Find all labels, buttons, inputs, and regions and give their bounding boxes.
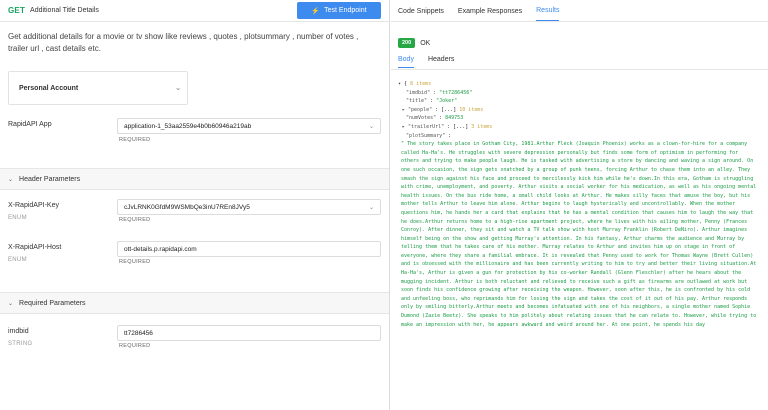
json-value: 849753	[445, 115, 464, 122]
param-type: STRING	[8, 341, 33, 347]
json-value: "tt7286456"	[439, 89, 473, 96]
section-title: Required Parameters	[19, 299, 86, 307]
json-line-imdbid: "imdbid" : "tt7286456"	[406, 89, 473, 96]
json-line-numvotes: "numVotes" : 849753	[406, 115, 464, 122]
param-label: X-RapidAPI-Key	[8, 202, 59, 209]
header-parameters-section[interactable]: ⌄ Header Parameters	[0, 168, 389, 190]
endpoint-title: Additional Title Details	[30, 7, 99, 14]
response-tabs: Code Snippets Example Responses Results	[391, 0, 768, 22]
json-key: "title"	[406, 98, 428, 105]
response-panel: Code Snippets Example Responses Results …	[391, 0, 768, 410]
expand-icon[interactable]: ▸	[402, 107, 405, 113]
rapidapi-app-value: application-1_53aa2559e4b0b60946a219ab	[124, 122, 252, 130]
json-key: "numVotes"	[406, 115, 437, 122]
json-line-trailer[interactable]: ▸ "trailerUrl" : [...] 3 items	[398, 123, 763, 132]
rapidapi-key-select[interactable]: cJvLRNK0GfdM9WSMbQe3inU7REn8JVy5 ⌄	[117, 199, 381, 215]
caret-down-icon: ⌄	[8, 176, 14, 183]
json-key: "imdbid"	[406, 89, 431, 96]
required-label: REQUIRED	[119, 259, 151, 265]
param-type: ENUM	[8, 257, 27, 263]
json-key: "people"	[408, 106, 433, 113]
endpoint-panel: GET Additional Title Details ⚡ Test Endp…	[0, 0, 390, 410]
tab-code-snippets[interactable]: Code Snippets	[398, 8, 444, 21]
json-line-title: "title" : "Joker"	[406, 98, 458, 105]
required-parameters-section[interactable]: ⌄ Required Parameters	[0, 292, 389, 314]
rapidapi-app-label: RapidAPI App	[8, 121, 52, 128]
section-title: Header Parameters	[19, 175, 81, 183]
json-root[interactable]: ▾ { 8 items	[398, 80, 763, 89]
tab-headers[interactable]: Headers	[428, 56, 454, 68]
test-endpoint-button[interactable]: ⚡ Test Endpoint	[297, 2, 381, 19]
param-type: ENUM	[8, 215, 27, 221]
json-key: "plotSummary"	[406, 132, 446, 139]
param-label: X-RapidAPI-Host	[8, 244, 62, 251]
item-count: 8 items	[410, 81, 432, 87]
test-endpoint-label: Test Endpoint	[324, 7, 367, 14]
json-line-people[interactable]: ▸ "people" : [...] 10 items	[398, 106, 763, 115]
status-badge: 200	[398, 38, 416, 48]
param-value: cJvLRNK0GfdM9WSMbQe3inU7REn8JVy5	[124, 203, 250, 211]
required-label: REQUIRED	[119, 137, 151, 143]
collapse-icon[interactable]: ▾	[398, 81, 401, 87]
chevron-down-icon: ⌄	[368, 124, 374, 130]
rapidapi-host-input[interactable]: ott-details.p.rapidapi.com	[117, 241, 381, 257]
json-line-plotsummary: "plotSummary" :	[406, 132, 452, 139]
caret-down-icon: ⌄	[8, 300, 14, 307]
expand-icon[interactable]: ▸	[402, 124, 405, 130]
chevron-down-icon: ⌄	[175, 85, 181, 92]
divider	[391, 69, 768, 70]
rapidapi-app-select[interactable]: application-1_53aa2559e4b0b60946a219ab ⌄	[117, 118, 381, 134]
tab-example-responses[interactable]: Example Responses	[458, 8, 522, 21]
json-value: "Joker"	[436, 98, 458, 105]
json-key: "trailerUrl"	[408, 123, 445, 130]
plot-summary-value: " The story takes place in Gotham City, …	[401, 141, 757, 328]
param-label: imdbid	[8, 328, 29, 335]
param-value: tt7286456	[124, 329, 153, 337]
imdbid-input[interactable]: tt7286456	[117, 325, 381, 341]
endpoint-header: GET Additional Title Details ⚡ Test Endp…	[0, 0, 389, 22]
tab-body[interactable]: Body	[398, 56, 414, 68]
account-selector[interactable]: Personal Account ⌄	[8, 71, 188, 105]
tab-results[interactable]: Results	[536, 7, 560, 21]
param-value: ott-details.p.rapidapi.com	[124, 245, 197, 253]
required-label: REQUIRED	[119, 217, 151, 223]
account-label: Personal Account	[19, 84, 79, 92]
body-headers-tabs: Body Headers	[398, 56, 454, 68]
http-method: GET	[8, 6, 26, 15]
status-text: OK	[420, 39, 431, 47]
lightning-icon: ⚡	[311, 7, 321, 15]
chevron-down-icon: ⌄	[368, 205, 374, 211]
item-count: 3 items	[471, 123, 493, 130]
item-count: 10 items	[459, 106, 484, 113]
response-status: 200 OK	[398, 38, 430, 48]
json-viewer: ▾ { 8 items "imdbid" : "tt7286456" "titl…	[398, 80, 763, 329]
required-label: REQUIRED	[119, 343, 151, 349]
